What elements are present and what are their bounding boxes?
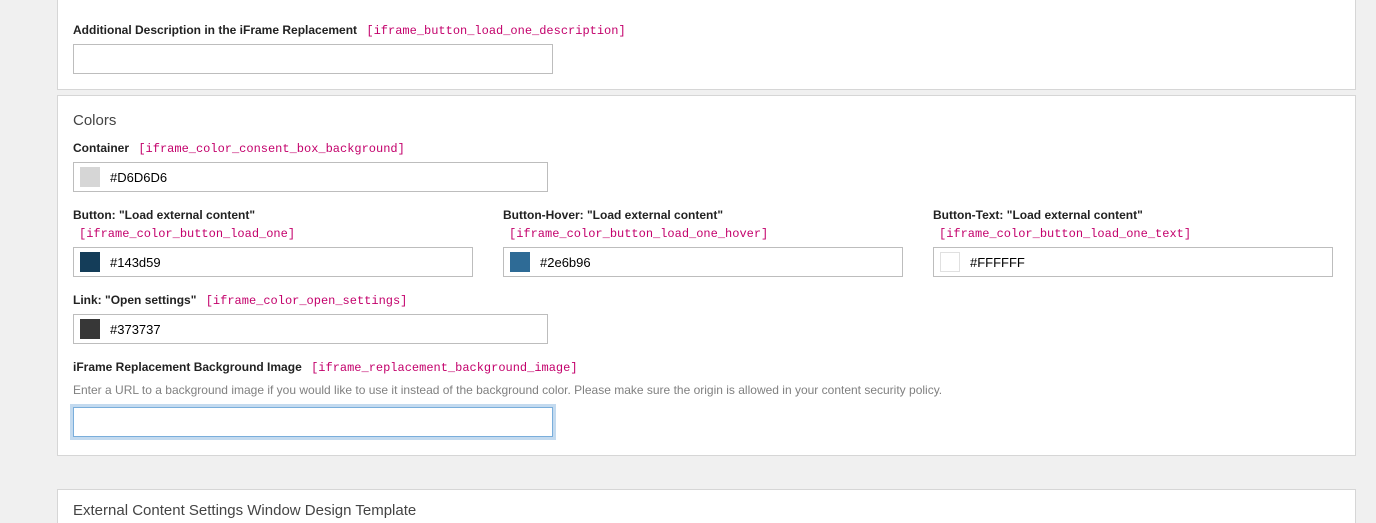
settings-page: Additional Description in the iFrame Rep…	[0, 0, 1376, 523]
label-button-hover: Button-Hover: "Load external content" [i…	[503, 206, 903, 243]
field-bg-image: iFrame Replacement Background Image [ifr…	[73, 358, 1340, 437]
button-color-input[interactable]	[110, 255, 466, 270]
panel-external-content-template: External Content Settings Window Design …	[57, 489, 1356, 523]
button-text-color-input[interactable]	[970, 255, 1326, 270]
config-key: [iframe_color_button_load_one_hover]	[509, 227, 768, 241]
field-button-text-color: Button-Text: "Load external content" [if…	[933, 206, 1333, 277]
panel-colors: Colors Container [iframe_color_consent_b…	[57, 95, 1356, 456]
label-link: Link: "Open settings" [iframe_color_open…	[73, 291, 1340, 310]
link-color-input-wrap[interactable]	[73, 314, 548, 344]
container-color-input[interactable]	[110, 170, 541, 185]
button-hover-color-input-wrap[interactable]	[503, 247, 903, 277]
color-swatch-icon[interactable]	[80, 319, 100, 339]
color-swatch-icon[interactable]	[80, 252, 100, 272]
button-color-input-wrap[interactable]	[73, 247, 473, 277]
label-text: Button-Text: "Load external content"	[933, 208, 1143, 222]
config-key: [iframe_color_button_load_one]	[79, 227, 295, 241]
color-swatch-icon[interactable]	[940, 252, 960, 272]
config-key: [iframe_color_button_load_one_text]	[939, 227, 1191, 241]
label-text: Button: "Load external content"	[73, 208, 255, 222]
container-color-input-wrap[interactable]	[73, 162, 548, 192]
field-link-color: Link: "Open settings" [iframe_color_open…	[73, 291, 1340, 344]
label-text: Link: "Open settings"	[73, 293, 196, 307]
row-button-colors: Button: "Load external content" [iframe_…	[73, 206, 1340, 277]
section-title-colors: Colors	[73, 112, 1340, 129]
config-key: [iframe_button_load_one_description]	[366, 24, 625, 38]
label-additional-description: Additional Description in the iFrame Rep…	[73, 21, 626, 40]
field-button-color: Button: "Load external content" [iframe_…	[73, 206, 473, 277]
label-button: Button: "Load external content" [iframe_…	[73, 206, 473, 243]
section-title-external-template: External Content Settings Window Design …	[73, 502, 1340, 519]
color-swatch-icon[interactable]	[80, 167, 100, 187]
label-button-text: Button-Text: "Load external content" [if…	[933, 206, 1333, 243]
label-bg-image: iFrame Replacement Background Image [ifr…	[73, 358, 1340, 377]
field-button-hover-color: Button-Hover: "Load external content" [i…	[503, 206, 903, 277]
color-swatch-icon[interactable]	[510, 252, 530, 272]
button-hover-color-input[interactable]	[540, 255, 896, 270]
help-bg-image: Enter a URL to a background image if you…	[73, 381, 1340, 399]
bg-image-input[interactable]	[73, 407, 553, 437]
config-key: [iframe_color_consent_box_background]	[138, 142, 404, 156]
link-color-input[interactable]	[110, 322, 541, 337]
config-key: [iframe_replacement_background_image]	[311, 361, 577, 375]
label-container: Container [iframe_color_consent_box_back…	[73, 139, 1340, 158]
panel-additional-description: Additional Description in the iFrame Rep…	[57, 0, 1356, 90]
label-text: Container	[73, 141, 129, 155]
additional-description-input[interactable]	[73, 44, 553, 74]
config-key: [iframe_color_open_settings]	[206, 294, 408, 308]
label-text: iFrame Replacement Background Image	[73, 360, 302, 374]
button-text-color-input-wrap[interactable]	[933, 247, 1333, 277]
field-container-color: Container [iframe_color_consent_box_back…	[73, 139, 1340, 192]
label-text: Button-Hover: "Load external content"	[503, 208, 723, 222]
label-text: Additional Description in the iFrame Rep…	[73, 23, 357, 37]
